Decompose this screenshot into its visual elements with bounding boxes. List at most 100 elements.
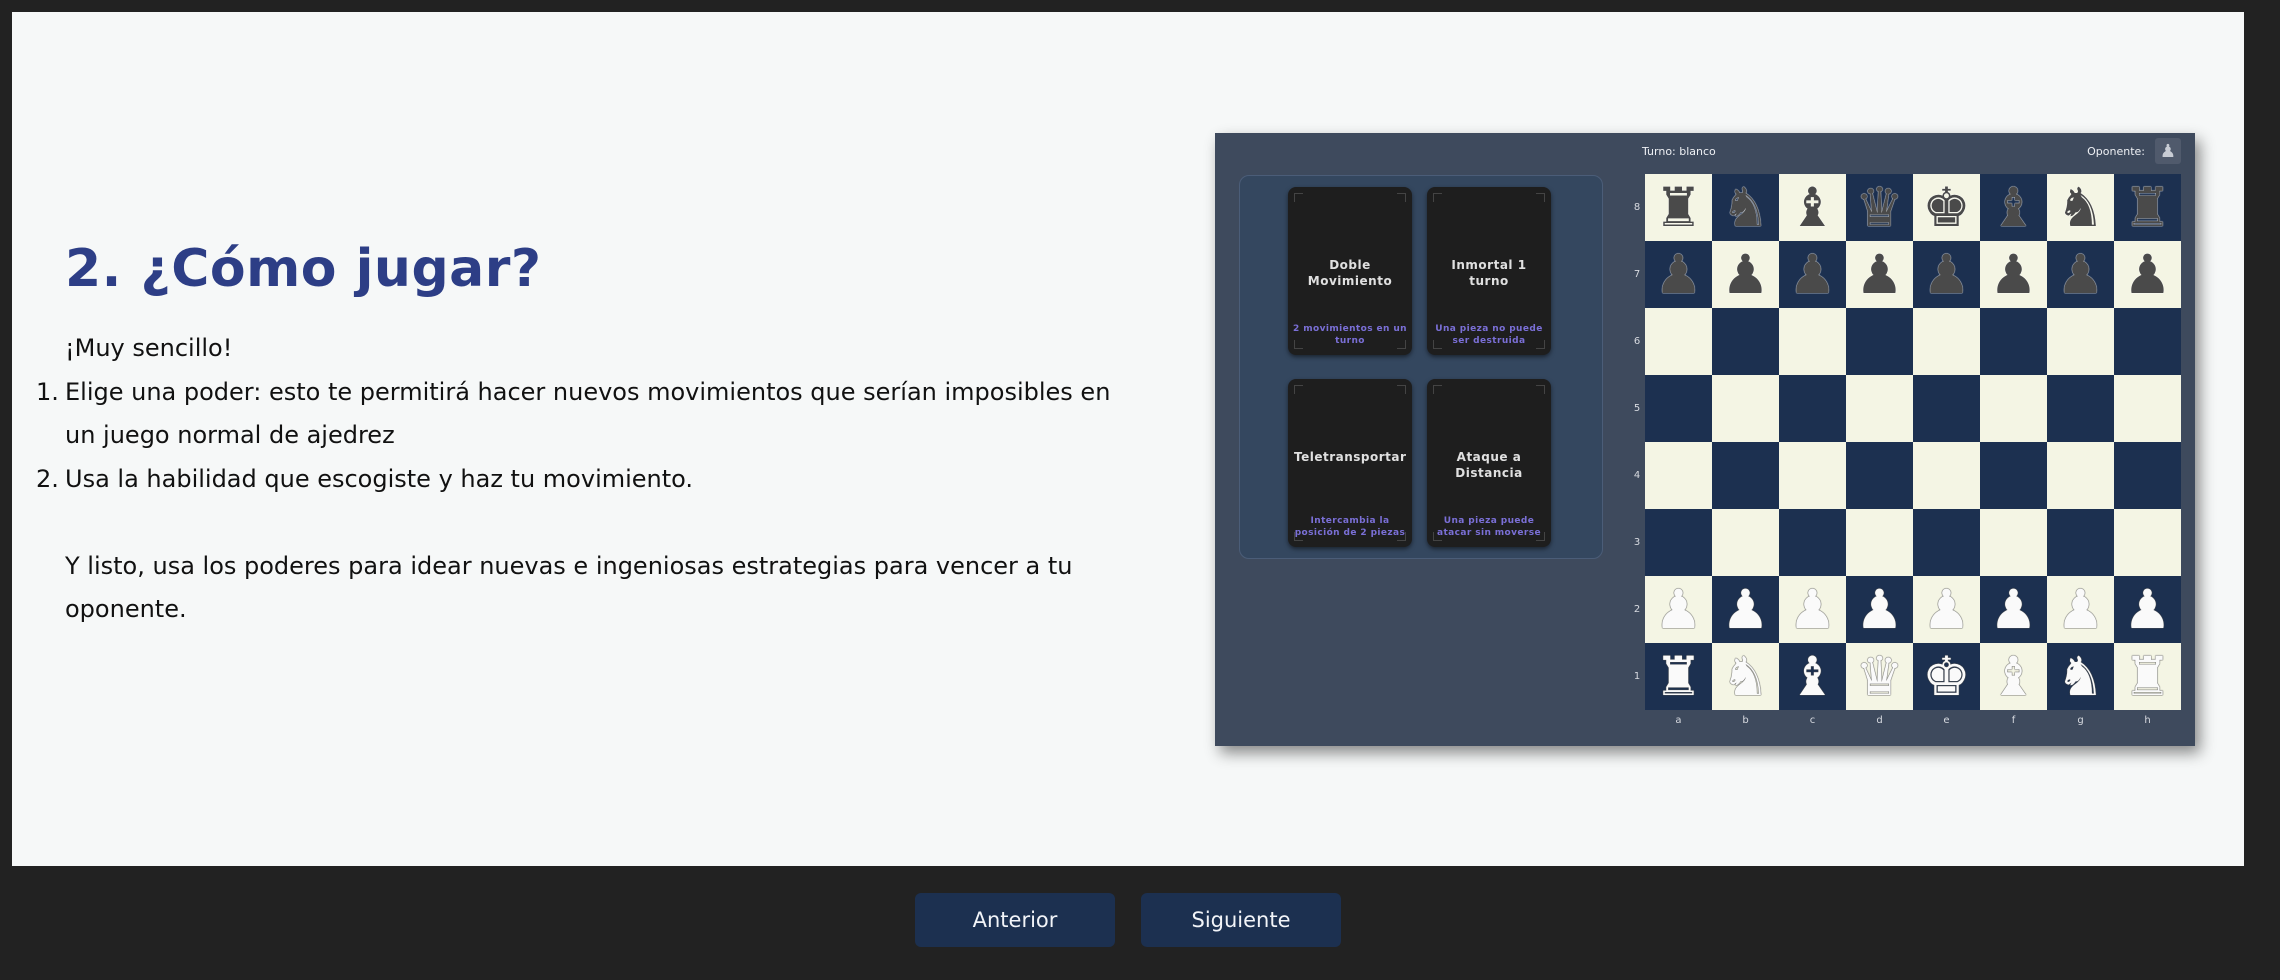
- white-pawn-icon[interactable]: ♟: [1922, 582, 1970, 637]
- square-g4[interactable]: [2047, 442, 2114, 509]
- previous-button[interactable]: Anterior: [915, 893, 1115, 947]
- white-queen-icon[interactable]: ♛: [1855, 649, 1903, 704]
- white-pawn-icon[interactable]: ♟: [1855, 582, 1903, 637]
- square-b4[interactable]: [1712, 442, 1779, 509]
- square-b2[interactable]: ♟: [1712, 576, 1779, 643]
- square-c6[interactable]: [1779, 308, 1846, 375]
- square-c4[interactable]: [1779, 442, 1846, 509]
- square-f6[interactable]: [1980, 308, 2047, 375]
- square-b3[interactable]: [1712, 509, 1779, 576]
- chess-board[interactable]: ♜ ♞ ♝ ♛ ♚ ♝ ♞ ♜ ♟ ♟ ♟ ♟ ♟ ♟ ♟ ♟ ♟ ♟ ♟ ♟ ♟ ♟ ♟ ♟ ♜ ♞ ♝ ♛ ♚ ♝ ♞ ♜: [1645, 174, 2181, 710]
- white-bishop-icon[interactable]: ♝: [1989, 649, 2037, 704]
- black-king-icon[interactable]: ♚: [1922, 180, 1970, 235]
- power-card[interactable]: Doble Movimiento 2 movimientos en un tur…: [1288, 187, 1412, 355]
- square-e2[interactable]: ♟: [1913, 576, 1980, 643]
- square-e7[interactable]: ♟: [1913, 241, 1980, 308]
- black-knight-icon[interactable]: ♞: [2056, 180, 2104, 235]
- square-c5[interactable]: [1779, 375, 1846, 442]
- square-d6[interactable]: [1846, 308, 1913, 375]
- white-knight-icon[interactable]: ♞: [2056, 649, 2104, 704]
- square-f2[interactable]: ♟: [1980, 576, 2047, 643]
- square-f8[interactable]: ♝: [1980, 174, 2047, 241]
- white-rook-icon[interactable]: ♜: [1654, 649, 1702, 704]
- square-a5[interactable]: [1645, 375, 1712, 442]
- black-pawn-icon[interactable]: ♟: [1922, 247, 1970, 302]
- square-b5[interactable]: [1712, 375, 1779, 442]
- white-pawn-icon[interactable]: ♟: [2056, 582, 2104, 637]
- square-c7[interactable]: ♟: [1779, 241, 1846, 308]
- square-a4[interactable]: [1645, 442, 1712, 509]
- white-bishop-icon[interactable]: ♝: [1788, 649, 1836, 704]
- square-h4[interactable]: [2114, 442, 2181, 509]
- square-h6[interactable]: [2114, 308, 2181, 375]
- square-d5[interactable]: [1846, 375, 1913, 442]
- white-king-icon[interactable]: ♚: [1922, 649, 1970, 704]
- white-pawn-icon[interactable]: ♟: [1721, 582, 1769, 637]
- black-rook-icon[interactable]: ♜: [1654, 180, 1702, 235]
- square-e8[interactable]: ♚: [1913, 174, 1980, 241]
- black-pawn-icon[interactable]: ♟: [1855, 247, 1903, 302]
- square-c8[interactable]: ♝: [1779, 174, 1846, 241]
- square-d8[interactable]: ♛: [1846, 174, 1913, 241]
- next-button[interactable]: Siguiente: [1141, 893, 1341, 947]
- square-g3[interactable]: [2047, 509, 2114, 576]
- white-rook-icon[interactable]: ♜: [2123, 649, 2171, 704]
- square-f7[interactable]: ♟: [1980, 241, 2047, 308]
- square-d4[interactable]: [1846, 442, 1913, 509]
- square-a1[interactable]: ♜: [1645, 643, 1712, 710]
- square-a2[interactable]: ♟: [1645, 576, 1712, 643]
- square-g5[interactable]: [2047, 375, 2114, 442]
- black-bishop-icon[interactable]: ♝: [1788, 180, 1836, 235]
- white-pawn-icon[interactable]: ♟: [1788, 582, 1836, 637]
- square-b8[interactable]: ♞: [1712, 174, 1779, 241]
- white-pawn-icon[interactable]: ♟: [1989, 582, 2037, 637]
- square-h1[interactable]: ♜: [2114, 643, 2181, 710]
- square-d1[interactable]: ♛: [1846, 643, 1913, 710]
- black-pawn-icon[interactable]: ♟: [2056, 247, 2104, 302]
- square-d7[interactable]: ♟: [1846, 241, 1913, 308]
- square-c2[interactable]: ♟: [1779, 576, 1846, 643]
- square-e5[interactable]: [1913, 375, 1980, 442]
- power-card[interactable]: Teletransportar Intercambia la posición …: [1288, 379, 1412, 547]
- power-card[interactable]: Inmortal 1 turno Una pieza no puede ser …: [1427, 187, 1551, 355]
- square-h8[interactable]: ♜: [2114, 174, 2181, 241]
- square-a8[interactable]: ♜: [1645, 174, 1712, 241]
- square-b7[interactable]: ♟: [1712, 241, 1779, 308]
- square-c3[interactable]: [1779, 509, 1846, 576]
- white-pawn-icon[interactable]: ♟: [1654, 582, 1702, 637]
- square-h5[interactable]: [2114, 375, 2181, 442]
- black-pawn-icon[interactable]: ♟: [1654, 247, 1702, 302]
- black-pawn-icon[interactable]: ♟: [2123, 247, 2171, 302]
- square-c1[interactable]: ♝: [1779, 643, 1846, 710]
- square-b6[interactable]: [1712, 308, 1779, 375]
- square-d2[interactable]: ♟: [1846, 576, 1913, 643]
- square-a7[interactable]: ♟: [1645, 241, 1712, 308]
- power-card[interactable]: Ataque a Distancia Una pieza puede ataca…: [1427, 379, 1551, 547]
- black-pawn-icon[interactable]: ♟: [1721, 247, 1769, 302]
- square-a3[interactable]: [1645, 509, 1712, 576]
- square-e3[interactable]: [1913, 509, 1980, 576]
- square-e4[interactable]: [1913, 442, 1980, 509]
- square-g8[interactable]: ♞: [2047, 174, 2114, 241]
- square-a6[interactable]: [1645, 308, 1712, 375]
- square-h7[interactable]: ♟: [2114, 241, 2181, 308]
- black-rook-icon[interactable]: ♜: [2123, 180, 2171, 235]
- black-pawn-icon[interactable]: ♟: [1788, 247, 1836, 302]
- square-g6[interactable]: [2047, 308, 2114, 375]
- square-g2[interactable]: ♟: [2047, 576, 2114, 643]
- square-f1[interactable]: ♝: [1980, 643, 2047, 710]
- black-bishop-icon[interactable]: ♝: [1989, 180, 2037, 235]
- square-h2[interactable]: ♟: [2114, 576, 2181, 643]
- square-b1[interactable]: ♞: [1712, 643, 1779, 710]
- square-f3[interactable]: [1980, 509, 2047, 576]
- square-e1[interactable]: ♚: [1913, 643, 1980, 710]
- square-g7[interactable]: ♟: [2047, 241, 2114, 308]
- square-d3[interactable]: [1846, 509, 1913, 576]
- white-knight-icon[interactable]: ♞: [1721, 649, 1769, 704]
- square-g1[interactable]: ♞: [2047, 643, 2114, 710]
- square-e6[interactable]: [1913, 308, 1980, 375]
- square-f4[interactable]: [1980, 442, 2047, 509]
- black-knight-icon[interactable]: ♞: [1721, 180, 1769, 235]
- square-h3[interactable]: [2114, 509, 2181, 576]
- black-queen-icon[interactable]: ♛: [1855, 180, 1903, 235]
